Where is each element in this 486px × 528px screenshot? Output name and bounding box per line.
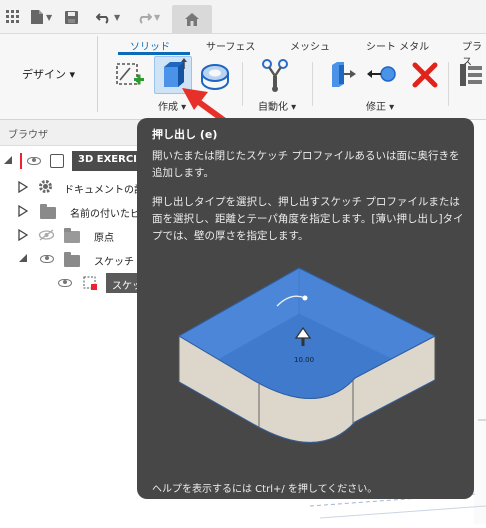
tree-row-origin[interactable]: 原点 — [0, 224, 160, 246]
automate-button[interactable] — [258, 56, 292, 92]
automate-icon — [262, 59, 288, 92]
fillet-move-button[interactable] — [366, 58, 400, 92]
assemble-button[interactable] — [456, 58, 486, 92]
quick-access-toolbar: ▼ ▼ ▼ — [0, 0, 486, 34]
tooltip-instructions: 押し出しタイプを選択し、押し出すスケッチ プロファイルまたは面を選択し、距離とテ… — [152, 196, 464, 242]
tree-label[interactable]: スケッチ — [94, 253, 134, 268]
tooltip-title: 押し出し (e) — [152, 128, 218, 141]
ribbon-separator — [312, 62, 313, 106]
ribbon-separator — [448, 62, 449, 106]
delete-button[interactable] — [408, 58, 442, 92]
delete-icon — [412, 62, 438, 88]
active-tab-indicator — [118, 52, 190, 55]
tooltip-help-hint: ヘルプを表示するには Ctrl+/ を押してください。 — [152, 484, 378, 495]
tooltip-description: 開いたまたは閉じたスケッチ プロファイルあるいは面に奥行きを追加します。 — [152, 150, 460, 179]
press-pull-button[interactable] — [326, 58, 360, 92]
workspace-dropdown[interactable]: デザイン ▾ — [0, 36, 98, 112]
save-icon — [65, 10, 78, 24]
assemble-icon — [460, 64, 482, 86]
tree-label[interactable]: 原点 — [94, 229, 114, 244]
tree-label[interactable]: 名前の付いたビ — [70, 205, 140, 220]
file-menu-button[interactable]: ▼ — [30, 7, 52, 27]
tab-solid[interactable]: ソリッド — [130, 38, 170, 53]
undo-button[interactable]: ▼ — [96, 7, 120, 27]
group-label-automate[interactable]: 自動化 ▾ — [258, 98, 296, 113]
redo-icon — [139, 13, 152, 24]
create-sketch-button[interactable] — [112, 58, 146, 92]
expand-triangle-icon[interactable] — [18, 229, 28, 241]
group-label-modify[interactable]: 修正 ▾ — [366, 98, 394, 113]
hidden-visibility-icon[interactable] — [38, 229, 55, 241]
tree-row-sketch1[interactable]: スケッ — [0, 272, 160, 294]
undo-icon — [96, 13, 109, 24]
expand-triangle-icon[interactable] — [18, 181, 28, 193]
extrude-illustration: 10.00 — [178, 267, 437, 444]
tree-row-document-settings[interactable]: ドキュメントの設定 — [0, 176, 160, 198]
move-icon — [367, 66, 396, 82]
component-icon — [50, 154, 64, 168]
home-tab[interactable] — [172, 5, 212, 34]
home-icon — [185, 13, 199, 26]
save-button[interactable] — [64, 7, 79, 27]
collapse-triangle-icon[interactable] — [3, 155, 13, 165]
folder-icon — [64, 228, 80, 243]
file-icon — [31, 10, 43, 24]
tree-row-root[interactable]: 3D EXERCIS — [0, 150, 160, 172]
press-pull-icon — [332, 62, 356, 87]
gear-icon — [39, 180, 52, 193]
browser-header: ブラウザ — [0, 120, 160, 146]
visibility-icon[interactable] — [27, 157, 41, 165]
extrude-tooltip: 押し出し (e) 開いたまたは閉じたスケッチ プロファイルあるいは面に奥行きを追… — [137, 118, 474, 499]
visibility-icon[interactable] — [40, 255, 54, 263]
tree-row-sketches[interactable]: スケッチ — [0, 248, 160, 270]
tab-surface[interactable]: サーフェス — [206, 38, 255, 53]
tab-sheet-metal[interactable]: シート メタル — [366, 38, 429, 53]
sketch-icon — [83, 276, 97, 290]
visibility-icon[interactable] — [58, 279, 72, 287]
grid-icon[interactable] — [6, 7, 20, 27]
expand-triangle-icon[interactable] — [18, 205, 28, 217]
extrude-distance-label: 10.00 — [294, 356, 314, 364]
canvas-area[interactable] — [474, 120, 486, 524]
folder-icon — [64, 252, 80, 267]
tree-row-named-views[interactable]: 名前の付いたビ — [0, 200, 160, 222]
redo-button[interactable]: ▼ — [136, 7, 160, 27]
folder-icon — [40, 204, 56, 219]
collapse-triangle-icon[interactable] — [18, 253, 28, 263]
tab-mesh[interactable]: メッシュ — [290, 38, 330, 53]
create-sketch-icon — [116, 63, 144, 85]
